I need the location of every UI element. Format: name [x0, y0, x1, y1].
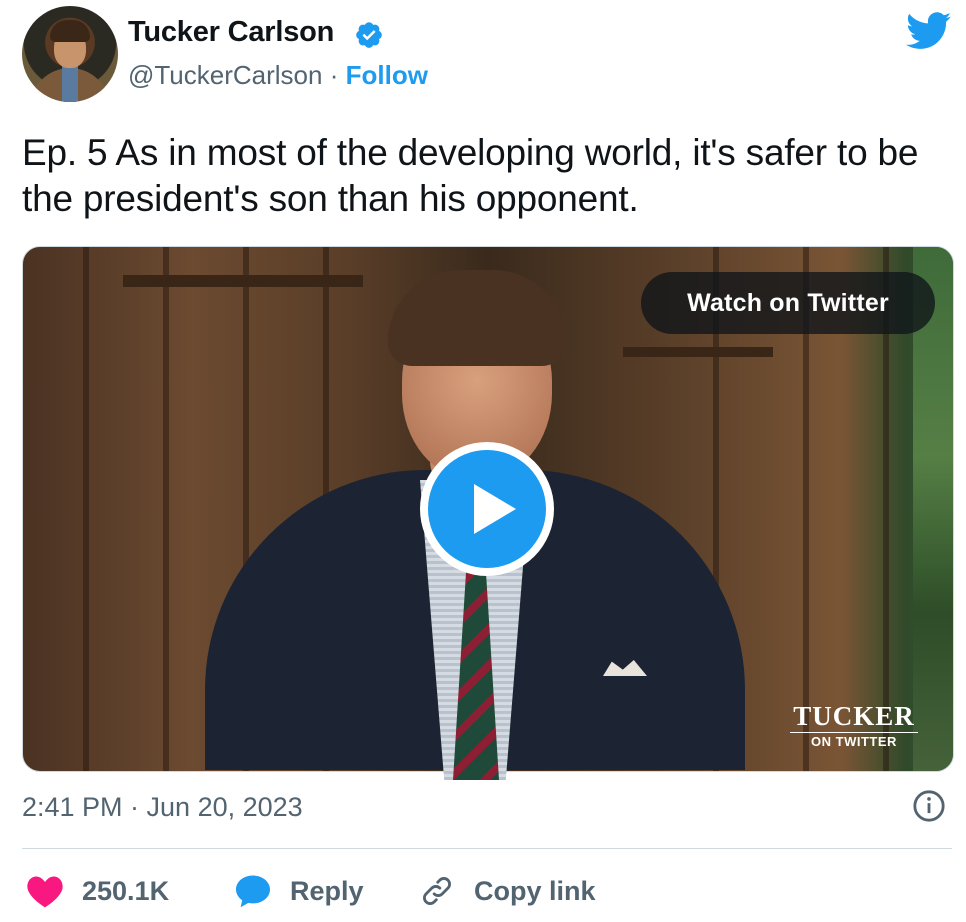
twitter-bird-icon[interactable]: [906, 12, 952, 50]
reply-button[interactable]: Reply: [234, 872, 364, 910]
like-button[interactable]: 250.1K: [26, 872, 169, 910]
avatar-shirt: [62, 66, 78, 102]
copy-link-label: Copy link: [474, 875, 596, 906]
divider: [22, 848, 952, 849]
author-handle[interactable]: @TuckerCarlson: [128, 60, 322, 90]
watermark-title: TUCKER: [793, 701, 915, 731]
author-name[interactable]: Tucker Carlson: [128, 16, 334, 49]
info-icon[interactable]: [912, 789, 946, 823]
reply-bubble-icon: [236, 875, 270, 908]
play-icon: [474, 484, 516, 534]
watch-on-twitter-button[interactable]: Watch on Twitter: [641, 272, 935, 334]
wall-plank: [163, 247, 169, 771]
show-watermark: TUCKER ON TWITTER: [786, 702, 922, 749]
tweet-timestamp[interactable]: 2:41 PM · Jun 20, 2023: [22, 792, 303, 823]
reply-label: Reply: [290, 875, 364, 906]
link-icon: [423, 877, 451, 905]
watermark-subtitle: ON TWITTER: [790, 732, 918, 749]
avatar-hair: [50, 20, 90, 42]
verified-badge-icon: [356, 22, 382, 48]
like-count: 250.1K: [82, 875, 170, 906]
author-avatar[interactable]: [22, 6, 118, 102]
tweet-text: Ep. 5 As in most of the developing world…: [22, 132, 919, 219]
follow-link[interactable]: Follow: [346, 60, 428, 90]
handle-separator: ·: [329, 60, 339, 90]
handle-row: @TuckerCarlson · Follow: [128, 60, 428, 91]
play-button-circle: [428, 450, 546, 568]
wall-plank: [83, 247, 89, 771]
copy-link-button[interactable]: Copy link: [418, 872, 596, 910]
heart-icon: [27, 876, 63, 908]
wall-shelf: [123, 275, 363, 287]
play-button[interactable]: [420, 442, 554, 576]
wall-shelf: [623, 347, 773, 357]
